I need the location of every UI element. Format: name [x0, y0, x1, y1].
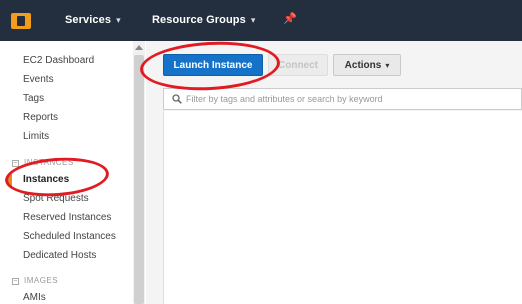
section-title: IMAGES — [24, 276, 59, 285]
chevron-down-icon: ▾ — [116, 15, 121, 25]
services-menu[interactable]: Services ▾ — [65, 14, 121, 26]
sidebar-item-ec2-dashboard[interactable]: EC2 Dashboard — [23, 55, 94, 66]
actions-dropdown[interactable]: Actions ▾ — [333, 54, 401, 76]
scroll-up-arrow-icon[interactable] — [135, 45, 143, 50]
sidebar-section-instances[interactable]: − INSTANCES — [12, 158, 74, 167]
sidebar-item-amis[interactable]: AMIs — [23, 292, 46, 303]
search-icon — [172, 94, 182, 104]
sidebar-item-reserved-instances[interactable]: Reserved Instances — [23, 212, 111, 223]
sidebar-item-scheduled-instances[interactable]: Scheduled Instances — [23, 231, 116, 242]
sidebar-scroll-thumb[interactable] — [134, 55, 144, 304]
connect-button: Connect — [268, 54, 328, 76]
collapse-icon: − — [12, 278, 19, 285]
aws-logo-icon[interactable] — [11, 13, 31, 29]
sidebar-item-instances[interactable]: Instances — [23, 174, 69, 185]
resource-groups-label: Resource Groups — [152, 14, 246, 26]
sidebar-section-images[interactable]: − IMAGES — [12, 276, 58, 285]
collapse-icon: − — [12, 160, 19, 167]
section-title: INSTANCES — [24, 158, 74, 167]
sidebar-item-events[interactable]: Events — [23, 74, 54, 85]
services-menu-label: Services — [65, 14, 112, 26]
instances-list-pane — [163, 111, 522, 304]
sidebar-item-tags[interactable]: Tags — [23, 93, 44, 104]
pin-icon[interactable]: 📌 — [283, 12, 297, 25]
actions-label: Actions — [344, 59, 382, 71]
sidebar-item-reports[interactable]: Reports — [23, 112, 58, 123]
chevron-down-icon: ▾ — [385, 60, 390, 70]
filter-input[interactable] — [186, 94, 506, 104]
chevron-down-icon: ▾ — [250, 15, 256, 25]
sidebar-item-dedicated-hosts[interactable]: Dedicated Hosts — [23, 250, 96, 261]
filter-search-bar[interactable] — [163, 88, 522, 110]
launch-instance-button[interactable]: Launch Instance — [163, 54, 263, 76]
sidebar-item-limits[interactable]: Limits — [23, 131, 49, 142]
top-navigation-bar: Services ▾ Resource Groups ▾ 📌 — [0, 0, 522, 41]
sidebar — [0, 41, 133, 304]
resource-groups-menu[interactable]: Resource Groups ▾ — [152, 14, 255, 26]
active-indicator — [8, 174, 12, 186]
sidebar-item-spot-requests[interactable]: Spot Requests — [23, 193, 89, 204]
